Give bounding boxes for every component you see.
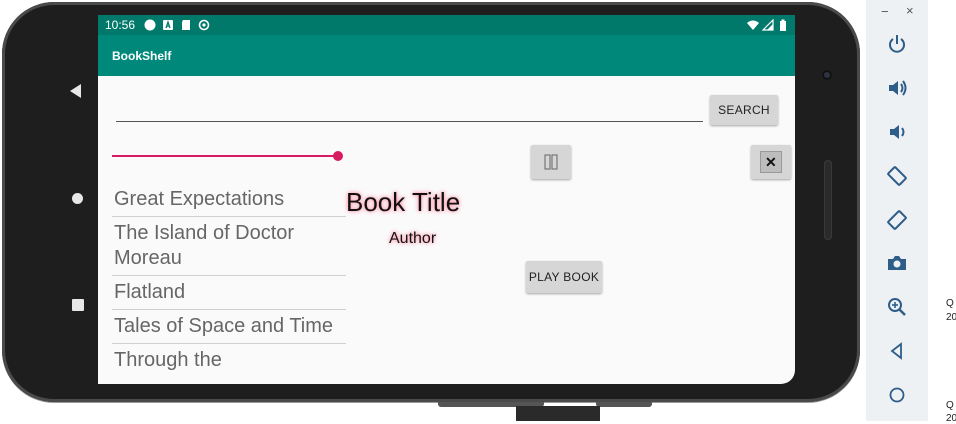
volume-up-icon[interactable] [884, 75, 910, 101]
volume-down-icon[interactable] [884, 119, 910, 145]
search-button[interactable]: SEARCH [710, 95, 778, 125]
phone-stand [516, 406, 600, 421]
app-toolbar: BookShelf [98, 35, 795, 76]
home-icon[interactable] [72, 193, 83, 204]
status-bar: 10:56 [98, 15, 795, 35]
book-list-item[interactable]: Through the [112, 344, 346, 377]
book-list-item[interactable]: The Island of Doctor Moreau [112, 217, 346, 276]
pause-icon [544, 154, 558, 170]
book-list-item[interactable]: Flatland [112, 276, 346, 310]
close-icon: ✕ [760, 151, 782, 173]
wifi-icon [747, 20, 759, 30]
battery-icon [780, 19, 786, 31]
book-list-item[interactable]: Tales of Space and Time [112, 310, 346, 344]
app-title: BookShelf [112, 49, 172, 63]
pause-button[interactable] [531, 145, 571, 179]
status-time: 10:56 [105, 18, 136, 32]
stop-button[interactable]: ✕ [751, 145, 791, 179]
notification-icons [144, 19, 210, 31]
signal-icon [762, 19, 774, 31]
minimize-button[interactable]: − [881, 4, 889, 19]
book-list: Great Expectations The Island of Doctor … [112, 183, 346, 377]
system-indicators [747, 19, 789, 31]
book-list-item[interactable]: Great Expectations [112, 183, 346, 217]
edge-text: Q [946, 400, 954, 411]
edge-text: Q [946, 298, 954, 309]
search-underline [116, 121, 703, 122]
back-icon[interactable] [884, 338, 910, 364]
edge-text: 20 [946, 312, 956, 323]
camera-icon[interactable] [884, 250, 910, 276]
background-window [928, 0, 956, 421]
back-icon[interactable] [70, 84, 81, 98]
home-icon[interactable] [884, 382, 910, 408]
record-icon [144, 19, 156, 31]
rotate-left-icon[interactable] [884, 163, 910, 189]
play-book-button[interactable]: PLAY BOOK [526, 261, 602, 293]
sd-card-icon [182, 20, 190, 30]
power-icon[interactable] [884, 31, 910, 57]
sync-icon [198, 19, 210, 31]
front-camera [822, 70, 832, 80]
speaker-grille [824, 160, 832, 240]
edge-text: 20 [946, 413, 956, 424]
rotate-right-icon[interactable] [884, 207, 910, 233]
book-author: Author [389, 230, 437, 247]
device-screen: 10:56 BookShelf SEARCH ✕ Great Expectati… [98, 15, 795, 384]
window-close-button[interactable]: × [906, 3, 914, 18]
search-input[interactable] [116, 97, 707, 121]
zoom-icon[interactable] [884, 294, 910, 320]
book-title: Book Title [346, 187, 461, 217]
seek-bar-thumb[interactable] [333, 151, 343, 161]
phone-side-button [596, 402, 652, 407]
recent-apps-icon[interactable] [72, 299, 84, 311]
seek-bar[interactable] [112, 155, 338, 157]
app-notification-icon [163, 19, 173, 30]
